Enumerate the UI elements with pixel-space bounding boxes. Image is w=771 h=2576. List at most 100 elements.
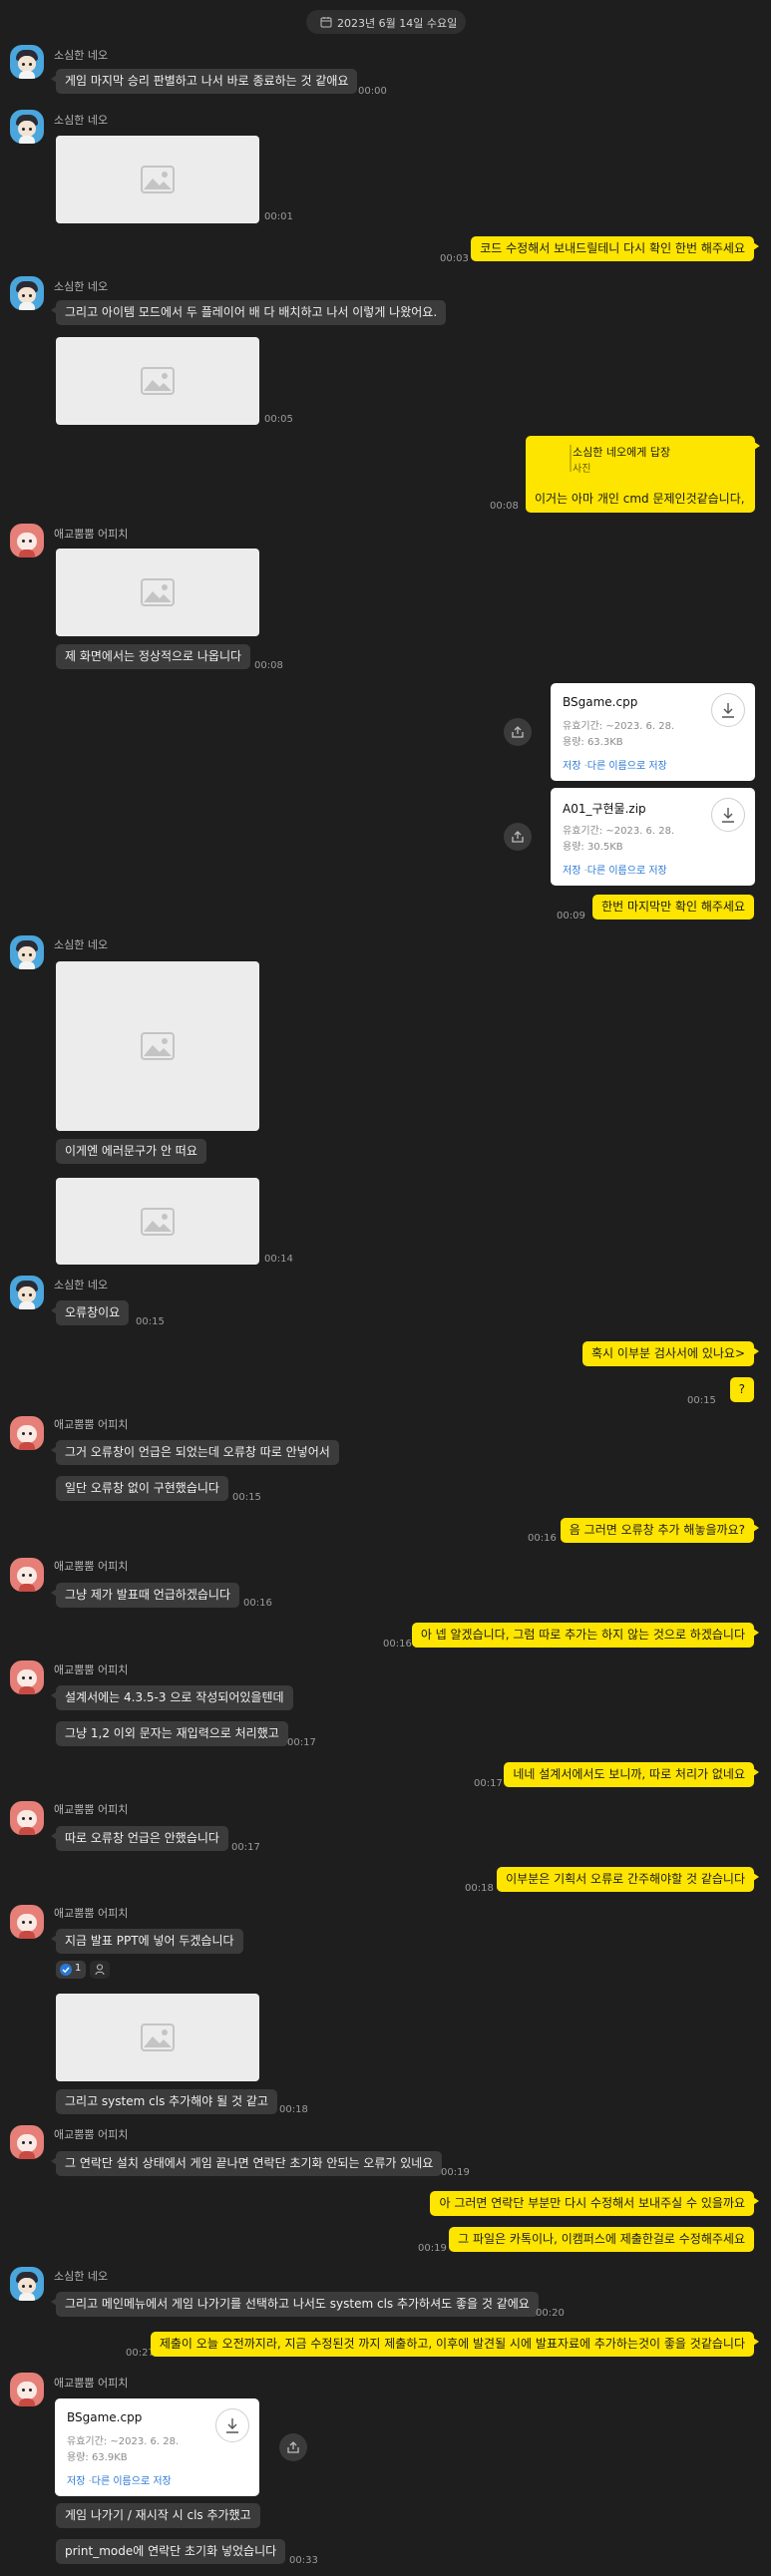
avatar[interactable] xyxy=(10,45,44,79)
message-bubble[interactable]: print_mode에 연락단 초기화 넣었습니다 xyxy=(56,2539,286,2564)
message-bubble[interactable]: 혹시 이부분 검사서에 있나요> xyxy=(582,1341,759,1366)
file-name: BSgame.cpp xyxy=(563,695,638,709)
timestamp: 00:33 xyxy=(289,2555,318,2566)
message-bubble[interactable]: 그 연락단 설치 상태에서 게임 끝나면 연락단 초기화 안되는 오류가 있네요 xyxy=(50,2151,443,2176)
download-icon xyxy=(722,808,734,823)
message-bubble[interactable]: ? xyxy=(729,1377,754,1402)
save-as-link[interactable]: 다른 이름으로 저장 xyxy=(92,2476,172,2487)
avatar[interactable] xyxy=(10,1416,44,1450)
timestamp: 00:15 xyxy=(136,1316,165,1327)
sender-name: 애교뿜뿜 어피치 xyxy=(54,1663,129,1676)
save-as-link[interactable]: 다른 이름으로 저장 xyxy=(587,761,667,772)
avatar[interactable] xyxy=(10,935,44,969)
file-size: 용량: 63.9KB xyxy=(67,2452,128,2463)
timestamp: 00:05 xyxy=(264,414,293,425)
message-bubble[interactable]: 그리고 system cls 추가해야 될 것 같고 xyxy=(56,2089,277,2114)
message-bubble[interactable]: 게임 마지막 승리 판별하고 나서 바로 종료하는 것 같애요 xyxy=(50,69,358,94)
image-attachment[interactable] xyxy=(56,136,259,223)
image-placeholder-icon xyxy=(141,166,175,193)
timestamp: 00:19 xyxy=(418,2243,447,2254)
save-link[interactable]: 저장 xyxy=(67,2476,85,2487)
message-bubble[interactable]: 오류창이요 xyxy=(50,1300,130,1325)
message-bubble[interactable]: 게임 나가기 / 재시작 시 cls 추가했고 xyxy=(56,2503,260,2528)
message-bubble[interactable]: 네네 설계서에서도 보니까, 따로 처리가 없네요 xyxy=(504,1762,759,1787)
timestamp: 00:17 xyxy=(474,1778,503,1789)
message-bubble[interactable]: 제 화면에서는 정상적으로 나옵니다 xyxy=(56,644,251,669)
share-icon xyxy=(512,726,524,738)
avatar[interactable] xyxy=(10,524,44,557)
message-bubble[interactable]: 제출이 오늘 오전까지라, 지금 수정된것 까지 제출하고, 이후에 발견될 시… xyxy=(150,2332,760,2357)
reply-sender: 소심한 네오에게 답장 xyxy=(573,446,671,459)
message-bubble[interactable]: 이부분은 기획서 오류로 간주해야할 것 같습니다 xyxy=(497,1867,759,1892)
message-bubble[interactable]: 설계서에는 4.3.5-3 으로 작성되어있을텐데 xyxy=(51,1685,293,1710)
reply-bubble[interactable]: 소심한 네오에게 답장 사진 이거는 아마 개인 cmd 문제인것같습니다, xyxy=(526,436,760,513)
message-bubble[interactable]: 그냥 제가 발표때 언급하겠습니다 xyxy=(50,1583,240,1608)
message-bubble[interactable]: 지금 발표 PPT에 넣어 두겠습니다 xyxy=(51,1929,243,1954)
avatar[interactable] xyxy=(10,1905,44,1939)
timestamp: 00:15 xyxy=(232,1492,261,1503)
file-card[interactable]: BSgame.cpp 유효기간: ~2023. 6. 28. 용량: 63.3K… xyxy=(551,683,755,781)
avatar[interactable] xyxy=(10,110,44,144)
download-button[interactable] xyxy=(215,2408,249,2442)
file-expiry: 유효기간: ~2023. 6. 28. xyxy=(563,721,675,732)
file-card[interactable]: A01_구현물.zip 유효기간: ~2023. 6. 28. 용량: 30.5… xyxy=(551,788,755,886)
avatar[interactable] xyxy=(10,1276,44,1309)
image-attachment[interactable] xyxy=(56,1994,259,2081)
person-icon xyxy=(95,1964,105,1976)
share-button[interactable] xyxy=(504,718,532,746)
image-attachment[interactable] xyxy=(56,337,259,425)
check-icon xyxy=(60,1964,72,1976)
share-button[interactable] xyxy=(504,823,532,851)
message-bubble[interactable]: 따로 오류창 언급은 안했습니다 xyxy=(51,1826,228,1851)
message-bubble[interactable]: 그리고 아이템 모드에서 두 플레이어 배 다 배치하고 나서 이렇게 나왔어요… xyxy=(50,300,447,325)
image-attachment[interactable] xyxy=(56,549,259,636)
reaction-badge[interactable]: 1 xyxy=(56,1961,86,1979)
timestamp: 00:17 xyxy=(287,1737,316,1748)
avatar[interactable] xyxy=(10,276,44,310)
file-card[interactable]: BSgame.cpp 유효기간: ~2023. 6. 28. 용량: 63.9K… xyxy=(55,2398,259,2496)
file-size: 용량: 63.3KB xyxy=(563,737,623,748)
avatar[interactable] xyxy=(10,2373,44,2406)
image-placeholder-icon xyxy=(141,2024,175,2051)
avatar[interactable] xyxy=(10,1660,44,1694)
timestamp: 00:18 xyxy=(279,2104,308,2115)
sender-name: 소심한 네오 xyxy=(54,49,109,62)
sender-name: 애교뿜뿜 어피치 xyxy=(54,1907,129,1920)
timestamp: 00:17 xyxy=(231,1842,260,1853)
share-icon xyxy=(287,2441,299,2453)
message-bubble[interactable]: 그거 오류창이 언급은 되었는데 오류창 따로 안넣어서 xyxy=(51,1440,339,1465)
image-attachment[interactable] xyxy=(56,961,259,1131)
image-attachment[interactable] xyxy=(56,1178,259,1265)
message-bubble[interactable]: 한번 마지막만 확인 해주세요 xyxy=(592,895,754,920)
timestamp: 00:16 xyxy=(528,1533,557,1544)
save-link[interactable]: 저장 xyxy=(563,761,580,772)
save-link[interactable]: 저장 xyxy=(563,866,580,877)
download-button[interactable] xyxy=(711,693,745,727)
message-bubble[interactable]: 일단 오류창 없이 구현했습니다 xyxy=(56,1476,228,1501)
timestamp: 00:08 xyxy=(254,660,283,671)
timestamp: 00:20 xyxy=(536,2308,565,2319)
message-bubble[interactable]: 음 그러면 오류창 추가 해놓을까요? xyxy=(560,1518,760,1543)
reply-text: 이거는 아마 개인 cmd 문제인것같습니다, xyxy=(535,492,745,506)
reply-divider xyxy=(570,445,572,472)
message-bubble[interactable]: 아 그러면 연락단 부분만 다시 수정해서 보내주실 수 있을까요 xyxy=(430,2191,759,2216)
avatar[interactable] xyxy=(10,1801,44,1835)
date-label: 2023년 6월 14일 수요일 xyxy=(337,17,458,30)
add-reaction-button[interactable] xyxy=(90,1961,110,1979)
avatar[interactable] xyxy=(10,1558,44,1592)
message-bubble[interactable]: 코드 수정해서 보내드릴테니 다시 확인 한번 해주세요 xyxy=(471,236,759,261)
avatar[interactable] xyxy=(10,2267,44,2301)
message-bubble[interactable]: 이게엔 에러문구가 안 떠요 xyxy=(56,1139,206,1164)
reply-quote: 사진 xyxy=(573,464,591,475)
message-bubble[interactable]: 아 넵 알겠습니다, 그럼 따로 추가는 하지 않는 것으로 하겠습니다 xyxy=(411,1623,760,1648)
timestamp: 00:08 xyxy=(490,501,519,512)
message-bubble[interactable]: 그 파일은 카톡이나, 이캠퍼스에 제출한걸로 수정해주세요 xyxy=(449,2227,754,2252)
avatar[interactable] xyxy=(10,2125,44,2159)
message-bubble[interactable]: 그냥 1,2 이외 문자는 재입력으로 처리했고 xyxy=(56,1721,288,1746)
share-button[interactable] xyxy=(279,2433,307,2461)
sender-name: 소심한 네오 xyxy=(54,938,109,951)
download-button[interactable] xyxy=(711,798,745,832)
message-bubble[interactable]: 그리고 메인메뉴에서 게임 나가기를 선택하고 나서도 system cls 추… xyxy=(51,2292,539,2317)
save-as-link[interactable]: 다른 이름으로 저장 xyxy=(587,866,667,877)
timestamp: 00:19 xyxy=(441,2167,470,2178)
